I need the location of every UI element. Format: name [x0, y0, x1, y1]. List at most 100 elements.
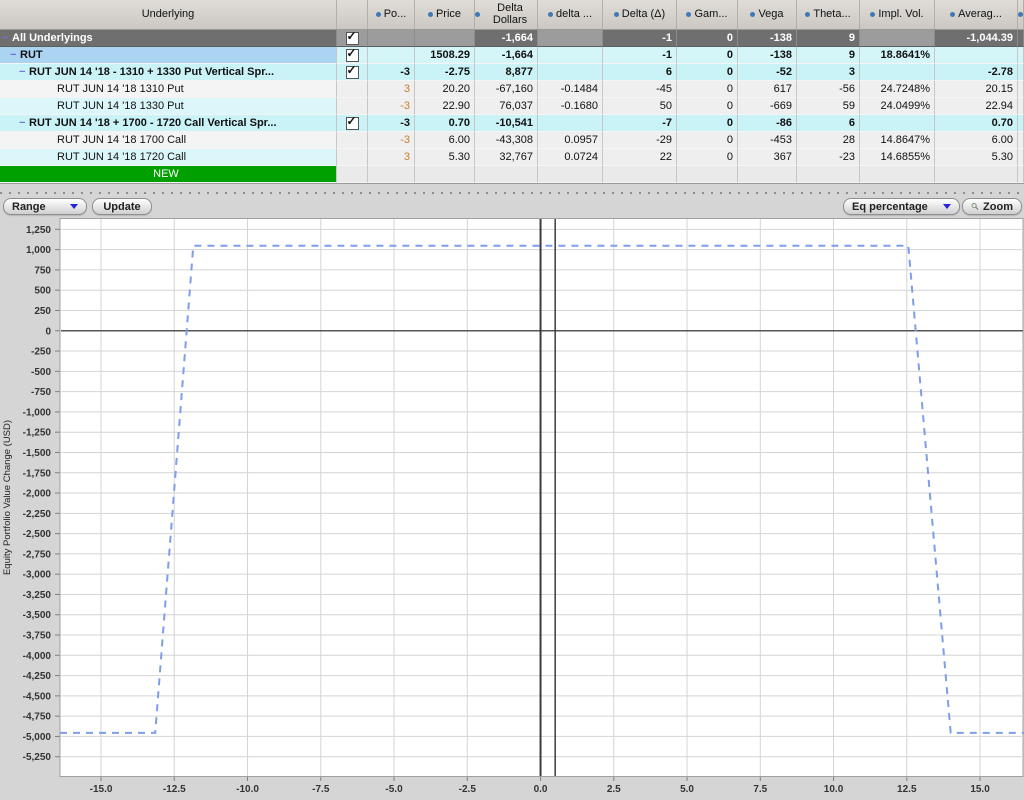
table-row[interactable]: − RUT ✓ 1508.29 -1,664 -1 0 -138 9 18.8641% [0, 47, 1024, 64]
panel-splitter[interactable] [0, 184, 1024, 196]
column-header-check[interactable] [337, 0, 368, 29]
cell-value-price: 22.90 [442, 100, 470, 112]
svg-text:-4,750: -4,750 [23, 712, 52, 723]
zoom-button[interactable]: Zoom [962, 198, 1022, 215]
cell-value-gamma: 0 [726, 66, 733, 78]
payoff-chart-canvas[interactable]: 1,250 1,000 750 500 250 0 -250 -500 -750 -1,000 -1… [0, 218, 1024, 797]
chart-toolbar: Range Update Eq percentage Zoom [0, 196, 1024, 218]
table-row[interactable]: − All Underlyings ✓ -1,664 -1 0 -138 9 -1,044.39 [0, 30, 1024, 47]
table-row[interactable]: RUT JUN 14 '18 1720 Call 3 5.30 32,767 0.072… [0, 149, 1024, 166]
checkbox-cell [337, 98, 368, 115]
cell-value-delta_dollars: -10,541 [495, 117, 533, 129]
data-cell-impl_vol [860, 64, 935, 81]
cell-value-delta: 6 [665, 66, 672, 78]
svg-text:-1,500: -1,500 [23, 448, 52, 459]
data-cell-vega: -52 [738, 64, 797, 81]
column-header-vega[interactable]: Vega [738, 0, 797, 29]
column-dot-icon [1018, 12, 1023, 17]
update-button-label: Update [103, 200, 141, 213]
column-header-delta_small[interactable]: delta ... [538, 0, 603, 29]
row-checkbox[interactable]: ✓ [345, 47, 359, 62]
data-cell-avg: 0.70 [935, 115, 1018, 132]
cell-value-vega: -453 [769, 134, 792, 146]
column-header-price[interactable]: Price [415, 0, 475, 29]
row-checkbox[interactable]: ✓ [345, 64, 359, 79]
collapse-minus-icon[interactable]: − [19, 117, 29, 129]
data-cell-avg [935, 166, 1018, 183]
table-row[interactable]: − RUT JUN 14 '18 - 1310 + 1330 Put Vertic… [0, 64, 1024, 81]
column-header-delta_dollars[interactable]: Delta Dollars [475, 0, 538, 29]
column-header-label: Vega [758, 7, 784, 20]
data-cell-price: 1508.29 [415, 47, 475, 64]
table-row[interactable]: − RUT JUN 14 '18 + 1700 - 1720 Call Verti… [0, 115, 1024, 132]
data-cell-theta: -23 [797, 149, 860, 166]
underlying-label: RUT JUN 14 '18 + 1700 - 1720 Call Vertic… [29, 117, 277, 129]
axis-mode-dropdown[interactable]: Eq percentage [843, 198, 960, 215]
table-row[interactable]: NEW [0, 166, 1024, 183]
data-cell-avg: 20.15 [935, 81, 1018, 98]
column-dot-icon [750, 12, 756, 17]
svg-text:-750: -750 [31, 387, 51, 398]
cell-value-delta_small: 0.0724 [564, 151, 598, 163]
underlying-cell: RUT JUN 14 '18 1700 Call [0, 132, 337, 149]
cell-value-theta: 28 [842, 134, 855, 146]
table-row[interactable]: RUT JUN 14 '18 1330 Put -3 22.90 76,037 -0.1… [0, 98, 1024, 115]
collapse-minus-icon[interactable]: − [10, 49, 20, 61]
column-header-label: Po... [383, 7, 407, 20]
table-row[interactable]: RUT JUN 14 '18 1700 Call -3 6.00 -43,308 0.0… [0, 132, 1024, 149]
cell-value-gamma: 0 [726, 32, 733, 44]
data-cell-vega: -138 [738, 30, 797, 47]
range-dropdown[interactable]: Range [3, 198, 87, 215]
data-cell-theta: 9 [797, 47, 860, 64]
column-header-label: Theta... [813, 7, 851, 20]
checkbox-cell: ✓ [337, 115, 368, 132]
svg-text:-2,500: -2,500 [23, 529, 52, 540]
cell-value-pos: -3 [400, 66, 410, 78]
cell-value-theta: 3 [848, 66, 855, 78]
cell-value-theta: 6 [848, 117, 855, 129]
data-cell-partial [1018, 64, 1024, 81]
column-header-impl_vol[interactable]: Impl. Vol. [860, 0, 935, 29]
column-header-delta[interactable]: Delta (Δ) [603, 0, 677, 29]
cell-value-delta: 22 [659, 151, 672, 163]
cell-value-vega: -669 [769, 100, 792, 112]
collapse-minus-icon[interactable]: − [19, 66, 29, 78]
cell-value-impl_vol: 14.8647% [880, 134, 930, 146]
checkbox-cell: ✓ [337, 64, 368, 81]
data-cell-pos: -3 [368, 98, 415, 115]
data-cell-delta: 6 [603, 64, 677, 81]
update-button[interactable]: Update [92, 198, 152, 215]
data-cell-delta: -1 [603, 47, 677, 64]
svg-text:-2,000: -2,000 [23, 489, 52, 500]
data-cell-avg: -2.78 [935, 64, 1018, 81]
table-row[interactable]: RUT JUN 14 '18 1310 Put 3 20.20 -67,160 -0.1… [0, 81, 1024, 98]
column-header-partial[interactable] [1018, 0, 1024, 29]
cell-value-delta_small: -0.1484 [560, 83, 598, 95]
data-cell-partial [1018, 30, 1024, 47]
column-header-pos[interactable]: Po... [368, 0, 415, 29]
portfolio-table: Underlying Po... Price Delta Dollars delta .… [0, 0, 1024, 184]
column-dot-icon [547, 12, 553, 17]
row-checkbox[interactable]: ✓ [345, 115, 359, 130]
svg-text:-3,750: -3,750 [23, 631, 52, 642]
data-cell-delta_dollars: 76,037 [475, 98, 538, 115]
data-cell-vega: -669 [738, 98, 797, 115]
cell-value-theta: 59 [842, 100, 855, 112]
cell-value-gamma: 0 [726, 100, 733, 112]
axis-mode-label: Eq percentage [852, 200, 928, 213]
row-checkbox[interactable]: ✓ [345, 30, 359, 45]
payoff-chart[interactable]: 1,250 1,000 750 500 250 0 -250 -500 -750 -1,000 -1… [0, 218, 1024, 800]
column-header-gamma[interactable]: Gam... [677, 0, 738, 29]
column-header-theta[interactable]: Theta... [797, 0, 860, 29]
data-cell-pos: 3 [368, 81, 415, 98]
collapse-minus-icon[interactable]: − [2, 32, 12, 44]
column-header-label: Gam... [694, 7, 728, 20]
data-cell-gamma: 0 [677, 64, 738, 81]
cell-value-price: 5.30 [448, 151, 470, 163]
column-header-underlying[interactable]: Underlying [0, 0, 337, 29]
cell-value-price: 6.00 [448, 134, 470, 146]
column-header-avg[interactable]: Averag... [935, 0, 1018, 29]
data-cell-price: -2.75 [415, 64, 475, 81]
data-cell-gamma [677, 166, 738, 183]
data-cell-price: 6.00 [415, 132, 475, 149]
